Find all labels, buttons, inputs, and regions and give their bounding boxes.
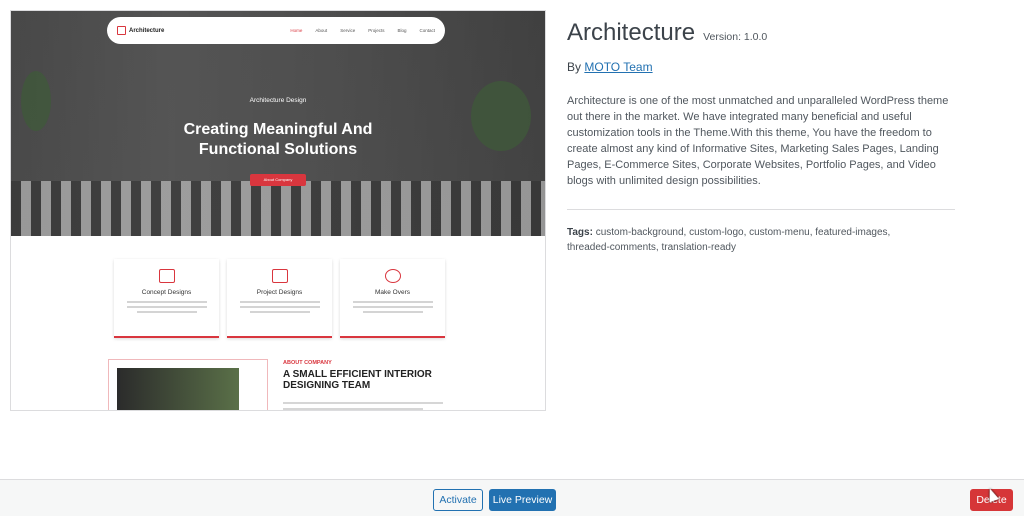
activate-button[interactable]: Activate: [433, 489, 483, 511]
card-icon: [158, 269, 175, 283]
preview-menu-item: Projects: [368, 28, 385, 33]
preview-headline: Creating Meaningful And Functional Solut…: [11, 120, 545, 160]
preview-cta-button: About Company: [250, 174, 306, 186]
preview-about-image: [117, 368, 239, 410]
preview-menu-item: Home: [290, 28, 303, 33]
preview-navbar: Architecture Home About Service Projects…: [107, 17, 445, 44]
theme-author: By MOTO Team: [567, 60, 967, 74]
theme-tags: Tags: custom-background, custom-logo, cu…: [567, 226, 927, 255]
theme-version: Version: 1.0.0: [703, 31, 768, 43]
preview-card: Project Designs: [227, 259, 332, 338]
preview-menu-item: Blog: [397, 28, 407, 33]
preview-hero: Architecture Home About Service Projects…: [11, 11, 545, 236]
preview-menu: Home About Service Projects Blog Contact: [290, 28, 435, 33]
tags-list: custom-background, custom-logo, custom-m…: [567, 227, 891, 253]
preview-logo: Architecture: [117, 26, 164, 35]
preview-card: Make Overs: [340, 259, 445, 338]
preview-about-image-frame: [108, 359, 268, 410]
preview-rug: [11, 181, 545, 236]
preview-service-cards: Concept Designs Project Designs Make Ove…: [114, 259, 445, 338]
preview-logo-text: Architecture: [129, 27, 165, 34]
preview-headline-line: Creating Meaningful And: [183, 121, 373, 138]
theme-details-page: Architecture Home About Service Projects…: [0, 0, 1024, 516]
card-title: Project Designs: [256, 289, 303, 296]
preview-card: Concept Designs: [114, 259, 219, 338]
preview-text-line: [283, 402, 443, 404]
author-link[interactable]: MOTO Team: [584, 60, 652, 74]
author-prefix: By: [567, 60, 582, 74]
theme-screenshot: Architecture Home About Service Projects…: [10, 10, 546, 411]
card-icon: [384, 269, 401, 283]
preview-menu-item: Contact: [419, 28, 435, 33]
logo-icon: [117, 26, 126, 35]
preview-about-title: A SMALL EFFICIENT INTERIOR DESIGNING TEA…: [283, 369, 432, 391]
preview-headline-line: Functional Solutions: [198, 141, 358, 158]
card-title: Concept Designs: [141, 289, 192, 296]
card-icon: [271, 269, 288, 283]
theme-info: Architecture Version: 1.0.0 By MOTO Team…: [567, 19, 967, 255]
preview-kicker: Architecture Design: [249, 97, 307, 104]
tags-label: Tags:: [567, 227, 593, 238]
preview-menu-item: Service: [340, 28, 356, 33]
preview-text-line: [283, 408, 423, 410]
preview-menu-item: About: [315, 28, 328, 33]
theme-title-row: Architecture Version: 1.0.0: [567, 19, 967, 47]
theme-name: Architecture: [567, 19, 696, 46]
live-preview-button[interactable]: Live Preview: [489, 489, 556, 511]
divider: [567, 209, 955, 210]
preview-about-label: ABOUT COMPANY: [283, 360, 332, 366]
card-title: Make Overs: [374, 289, 411, 296]
theme-description: Architecture is one of the most unmatche…: [567, 95, 949, 187]
theme-actions-bar: Activate Live Preview Delete: [0, 479, 1024, 516]
